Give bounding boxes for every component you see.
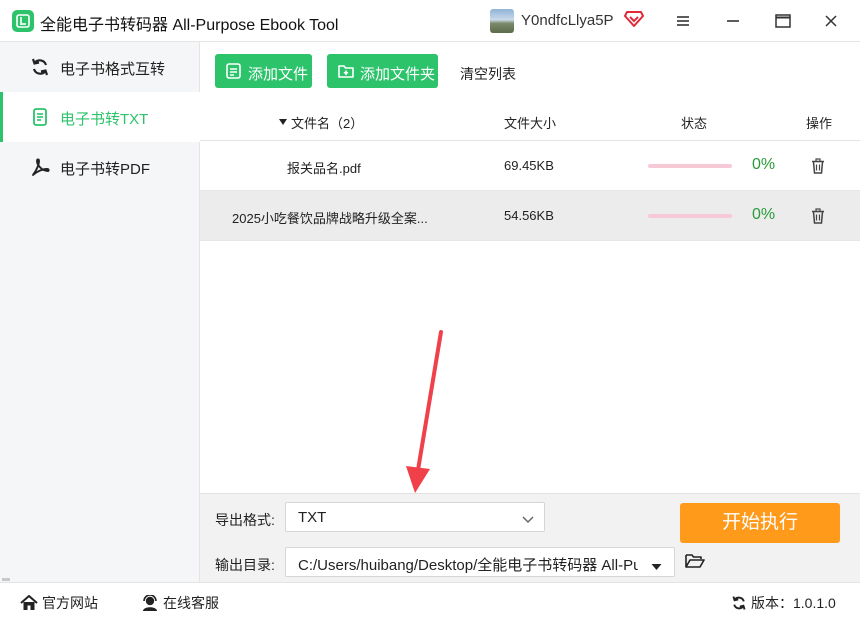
document-icon [30,107,50,127]
avatar[interactable] [490,9,514,33]
file-name: 2025小吃餐饮品牌战略升级全案... [232,211,428,226]
vip-diamond-icon[interactable] [624,10,644,31]
customer-service-icon [143,594,157,611]
add-folder-icon [337,62,355,84]
table-row[interactable]: 报关品名.pdf 69.45KB 0% [200,141,860,191]
user-name[interactable]: Y0ndfcLlya5P [521,12,614,29]
sidebar-item-format-convert[interactable]: 电子书格式互转 [0,42,200,92]
status-bar: 官方网站 在线客服 版本：1.0.1.0 [0,582,860,617]
column-header-size: 文件大小 [504,116,557,131]
refresh-icon [732,596,746,610]
home-icon [20,595,38,610]
chevron-down-icon [522,511,534,527]
annotation-arrow-icon [406,330,443,493]
column-header-name[interactable]: 文件名（2） [291,113,363,132]
add-folder-button[interactable]: 添加文件夹 [327,54,438,88]
output-dir-label: 输出目录: [215,557,275,573]
version-label: 版本：1.0.1.0 [751,595,836,611]
caret-down-icon [651,558,662,574]
online-service-link[interactable]: 在线客服 [141,593,219,613]
output-settings-panel: 导出格式: TXT 开始执行 输出目录: C:/Users/huibang/De… [200,493,860,582]
sidebar-item-label: 电子书转PDF [60,161,151,178]
app-title: 全能电子书转码器 All-Purpose Ebook Tool [40,17,339,34]
trash-icon[interactable] [810,208,826,227]
active-indicator [0,92,3,142]
progress-percent: 0% [752,206,776,223]
folder-open-icon[interactable] [685,553,705,572]
progress-bar [648,164,732,168]
sidebar: 电子书格式互转 电子书转TXT 电子书转PDF [0,42,200,582]
sidebar-item-label: 电子书格式互转 [60,61,166,78]
minimize-icon[interactable] [720,8,746,34]
sidebar-item-to-txt[interactable]: 电子书转TXT [0,92,200,142]
start-button[interactable]: 开始执行 [680,503,840,543]
file-name: 报关品名.pdf [287,161,361,176]
sidebar-scrollbar[interactable] [2,578,10,581]
maximize-icon[interactable] [770,8,796,34]
refresh-icon [30,57,50,77]
trash-icon[interactable] [810,158,826,177]
column-header-action: 操作 [806,116,833,131]
pdf-icon [30,157,50,177]
output-dir-select[interactable]: C:/Users/huibang/Desktop/全能电子书转码器 All-Pu [285,547,675,577]
add-file-button[interactable]: 添加文件 [215,54,312,88]
title-bar: 全能电子书转码器 All-Purpose Ebook Tool Y0ndfcLl… [0,0,860,42]
sort-desc-icon[interactable] [278,113,288,128]
format-label: 导出格式: [215,512,275,528]
file-size: 69.45KB [504,158,554,173]
table-row[interactable]: 2025小吃餐饮品牌战略升级全案... 54.56KB 0% [200,191,860,241]
version-info[interactable]: 版本：1.0.1.0 [731,593,836,613]
add-folder-label: 添加文件夹 [360,66,436,83]
online-service-label: 在线客服 [163,595,219,611]
menu-icon[interactable] [670,8,696,34]
official-website-link[interactable]: 官方网站 [20,593,98,613]
official-website-label: 官方网站 [42,595,98,611]
sidebar-item-to-pdf[interactable]: 电子书转PDF [0,142,200,192]
sidebar-item-label: 电子书转TXT [60,111,149,128]
app-logo-icon [12,10,34,32]
close-icon[interactable] [818,8,844,34]
clear-list-button[interactable]: 清空列表 [460,64,516,84]
output-dir-value: C:/Users/huibang/Desktop/全能电子书转码器 All-Pu [298,557,638,574]
progress-bar [648,214,732,218]
file-table-header: 文件名（2） 文件大小 状态 操作 [200,101,860,141]
column-header-status: 状态 [681,116,708,131]
file-size: 54.56KB [504,208,554,223]
add-file-label: 添加文件 [248,66,309,83]
format-value: TXT [298,509,327,526]
format-select[interactable]: TXT [285,502,545,532]
add-file-icon [225,62,243,84]
progress-percent: 0% [752,156,776,173]
